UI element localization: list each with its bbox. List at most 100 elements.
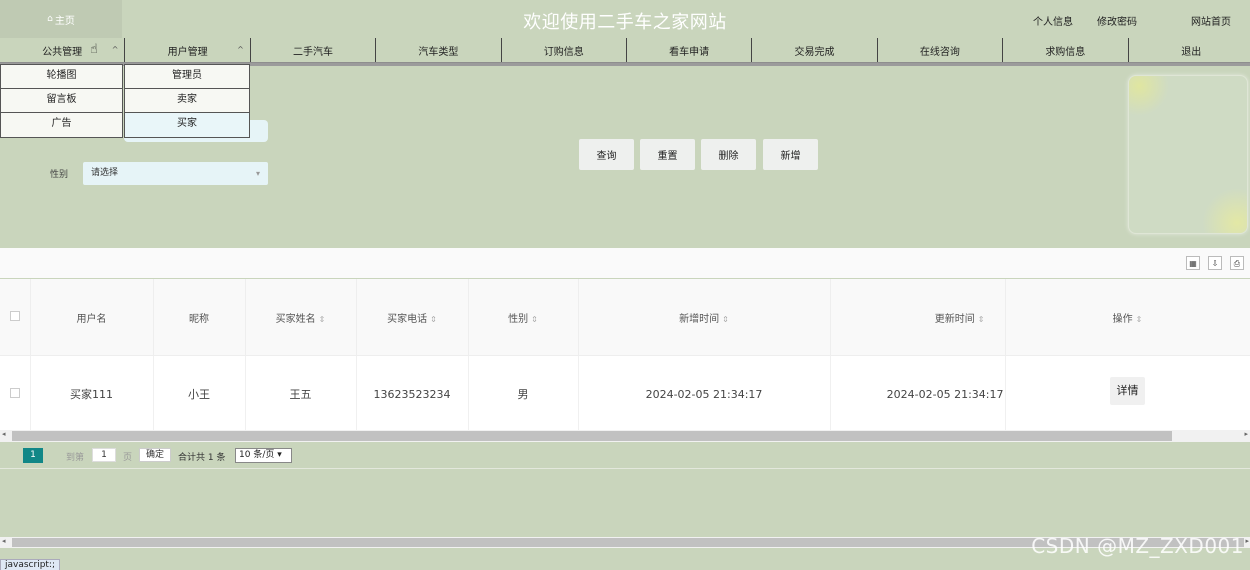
nav-label: 退出 (1181, 46, 1202, 58)
nav-label: 在线咨询 (919, 46, 960, 58)
personal-info-link[interactable]: 个人信息 (1033, 13, 1073, 28)
add-button[interactable]: 新增 (763, 139, 818, 170)
nav-orders[interactable]: 订购信息 (502, 38, 627, 62)
data-table: 用户名 昵称 买家姓名 ⇕ 买家电话 ⇕ 性别 ⇕ 新增时间 ⇕ 更新时间 ⇕ 操作 ⇕ 买… (0, 279, 1250, 432)
nav-label: 看车申请 (669, 46, 710, 58)
cell-created: 2024-02-05 21:34:17 (578, 355, 831, 432)
menu-item-buyers[interactable]: 买家 (125, 113, 249, 137)
nav-online-consult[interactable]: 在线咨询 (878, 38, 1004, 62)
decorative-panel (1128, 75, 1248, 234)
change-password-link[interactable]: 修改密码 (1097, 13, 1137, 28)
glow-decoration (1129, 76, 1169, 116)
header-label: 昵称 (189, 313, 209, 325)
print-icon[interactable]: ⎙ (1230, 256, 1244, 270)
cell-nickname: 小王 (153, 355, 246, 432)
goto-page-input[interactable]: 1 (92, 448, 116, 462)
cell-buyer-phone: 13623523234 (356, 355, 469, 432)
nav-label: 公共管理 (42, 46, 83, 58)
header-label: 买家姓名 (275, 313, 316, 325)
nav-car-types[interactable]: 汽车类型 (376, 38, 502, 62)
nav-label: 二手汽车 (292, 46, 333, 58)
sort-icon[interactable]: ⇕ (531, 315, 538, 324)
page-size-select[interactable]: 10 条/页 ▾ (235, 448, 292, 463)
chevron-up-icon: ^ (111, 45, 119, 54)
nav-label: 汽车类型 (418, 46, 459, 58)
current-page[interactable]: 1 (23, 448, 43, 463)
total-count: 合计共 1 条 (178, 453, 226, 463)
chevron-up-icon: ^ (237, 45, 244, 54)
column-header-buyer-phone[interactable]: 买家电话 ⇕ (356, 279, 469, 356)
nav-user-management[interactable]: 用户管理 ^ (125, 38, 251, 62)
gender-label: 性别 (50, 170, 69, 180)
column-header-created[interactable]: 新增时间 ⇕ (578, 279, 831, 356)
menu-item-message-board[interactable]: 留言板 (1, 89, 122, 113)
header-label: 买家电话 (387, 313, 428, 325)
chevron-down-icon: ▾ (277, 450, 282, 460)
chevron-down-icon: ▾ (255, 169, 260, 178)
sort-icon[interactable]: ⇕ (430, 315, 437, 324)
pagination: 1 到第 1 页 确定 合计共 1 条 10 条/页 ▾ (0, 444, 1250, 469)
scroll-right-icon[interactable]: ▸ (1244, 430, 1248, 438)
header-label: 更新时间 (934, 313, 975, 325)
scroll-left-icon[interactable]: ◂ (2, 537, 6, 545)
public-management-dropdown: 轮播图 留言板 广告 (0, 64, 123, 138)
delete-button[interactable]: 删除 (701, 139, 756, 170)
gender-select[interactable]: 请选择 ▾ (83, 162, 268, 185)
goto-confirm-button[interactable]: 确定 (139, 448, 171, 462)
goto-label: 到第 (66, 453, 85, 463)
main-nav: 公共管理 ☝ ^ 用户管理 ^ 二手汽车 汽车类型 订购信息 看车申请 交易完成… (0, 38, 1250, 63)
header-label: 用户名 (76, 313, 107, 325)
menu-item-sellers[interactable]: 卖家 (125, 89, 249, 113)
page-size-value: 10 条/页 (239, 450, 275, 460)
user-management-dropdown: 管理员 卖家 买家 (124, 64, 250, 138)
scrollbar-thumb[interactable] (12, 431, 1172, 441)
column-header-buyer-name[interactable]: 买家姓名 ⇕ (245, 279, 357, 356)
nav-label: 求购信息 (1045, 46, 1086, 58)
cell-buyer-name: 王五 (245, 355, 357, 432)
sort-icon[interactable]: ⇕ (319, 315, 326, 324)
scroll-right-icon[interactable]: ▸ (1245, 537, 1249, 545)
nav-completed-deals[interactable]: 交易完成 (752, 38, 878, 62)
row-select-cell[interactable] (0, 355, 31, 432)
query-button[interactable]: 查询 (579, 139, 634, 170)
column-header-nickname: 昵称 (153, 279, 246, 356)
detail-button[interactable]: 详情 (1110, 377, 1145, 405)
cell-actions: 详情 (1005, 355, 1250, 432)
nav-used-cars[interactable]: 二手汽车 (251, 38, 377, 62)
cell-gender: 男 (468, 355, 579, 432)
export-icon[interactable]: ⇩ (1208, 256, 1222, 270)
nav-viewing-requests[interactable]: 看车申请 (627, 38, 753, 62)
page-unit-label: 页 (123, 453, 133, 463)
glow-decoration (1202, 188, 1247, 233)
sort-icon[interactable]: ⇕ (722, 315, 729, 324)
gender-select-value: 请选择 (91, 168, 119, 178)
sort-icon[interactable]: ⇕ (1136, 315, 1143, 324)
columns-icon[interactable]: ▦ (1186, 256, 1200, 270)
select-all-cell[interactable] (0, 279, 31, 356)
column-header-actions[interactable]: 操作 ⇕ (1005, 279, 1250, 356)
reset-button[interactable]: 重置 (640, 139, 695, 170)
menu-item-carousel[interactable]: 轮播图 (1, 65, 122, 89)
cell-username: 买家111 (30, 355, 154, 432)
row-checkbox[interactable] (9, 387, 20, 398)
nav-label: 订购信息 (543, 46, 584, 58)
column-header-updated[interactable]: 更新时间 ⇕ (830, 279, 1006, 356)
column-header-gender[interactable]: 性别 ⇕ (468, 279, 579, 356)
table-toolbar (0, 248, 1250, 278)
nav-public-management[interactable]: 公共管理 ☝ ^ (0, 38, 126, 62)
select-all-checkbox[interactable] (9, 310, 20, 321)
menu-item-ads[interactable]: 广告 (1, 113, 122, 137)
table-header-row: 用户名 昵称 买家姓名 ⇕ 买家电话 ⇕ 性别 ⇕ 新增时间 ⇕ 更新时间 ⇕ 操作 ⇕ (0, 279, 1250, 356)
scroll-left-icon[interactable]: ◂ (2, 430, 6, 438)
status-bar-url: javascript:; (0, 559, 61, 570)
nav-purchase-requests[interactable]: 求购信息 (1003, 38, 1129, 62)
table-horizontal-scrollbar[interactable]: ◂ ▸ (0, 430, 1250, 442)
nav-label: 用户管理 (167, 46, 208, 58)
sort-icon[interactable]: ⇕ (978, 315, 985, 324)
column-header-username: 用户名 (30, 279, 154, 356)
header-label: 操作 (1112, 313, 1133, 325)
table-row: 买家111 小王 王五 13623523234 男 2024-02-05 21:… (0, 355, 1250, 432)
site-home-link[interactable]: 网站首页 (1191, 13, 1231, 28)
menu-item-admins[interactable]: 管理员 (125, 65, 249, 89)
nav-logout[interactable]: 退出 (1129, 38, 1250, 62)
